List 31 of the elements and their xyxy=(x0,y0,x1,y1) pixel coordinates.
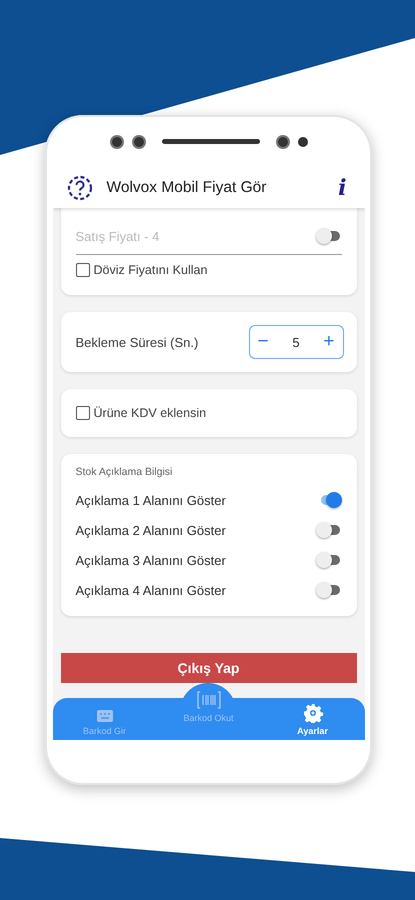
help-icon[interactable] xyxy=(66,175,92,201)
setting-label: Satış Fiyatı - 4 xyxy=(76,228,160,244)
app-title: Wolvox Mobil Fiyat Gör xyxy=(106,179,268,197)
checkbox[interactable] xyxy=(76,406,90,420)
toggle-switch[interactable] xyxy=(316,582,342,598)
camera-icon xyxy=(276,134,290,148)
checkbox[interactable] xyxy=(76,263,90,277)
sensor-icon xyxy=(298,136,308,146)
setting-label: Açıklama 1 Alanını Göster xyxy=(76,492,226,508)
setting-label: Bekleme Süresi (Sn.) xyxy=(76,334,198,350)
toggle-switch[interactable] xyxy=(316,552,342,568)
speaker-icon xyxy=(162,139,260,144)
keyboard-icon xyxy=(96,709,114,723)
info-button[interactable]: i xyxy=(334,175,350,201)
section-title: Stok Açıklama Bilgisi xyxy=(76,466,174,478)
toggle-switch[interactable] xyxy=(316,522,342,538)
camera-icon xyxy=(110,134,124,148)
increment-button[interactable]: + xyxy=(323,331,334,353)
nav-tab[interactable]: Ayarlar xyxy=(260,698,364,740)
setting-label: Açıklama 2 Alanını Göster xyxy=(76,522,226,538)
checkbox-label: Döviz Fiyatını Kullan xyxy=(94,263,208,277)
exit-button[interactable]: Çıkış Yap xyxy=(60,653,356,683)
settings-icon xyxy=(302,703,322,723)
camera-icon xyxy=(132,134,146,148)
decrement-button[interactable]: − xyxy=(258,331,269,353)
checkbox-label: Ürüne KDV eklensin xyxy=(94,406,206,420)
barcode-icon xyxy=(196,690,222,710)
setting-label: Açıklama 4 Alanını Göster xyxy=(76,582,226,598)
number-stepper[interactable]: − 5 + xyxy=(248,325,344,359)
stepper-value: 5 xyxy=(292,334,300,350)
setting-label: Açıklama 3 Alanını Göster xyxy=(76,552,226,568)
